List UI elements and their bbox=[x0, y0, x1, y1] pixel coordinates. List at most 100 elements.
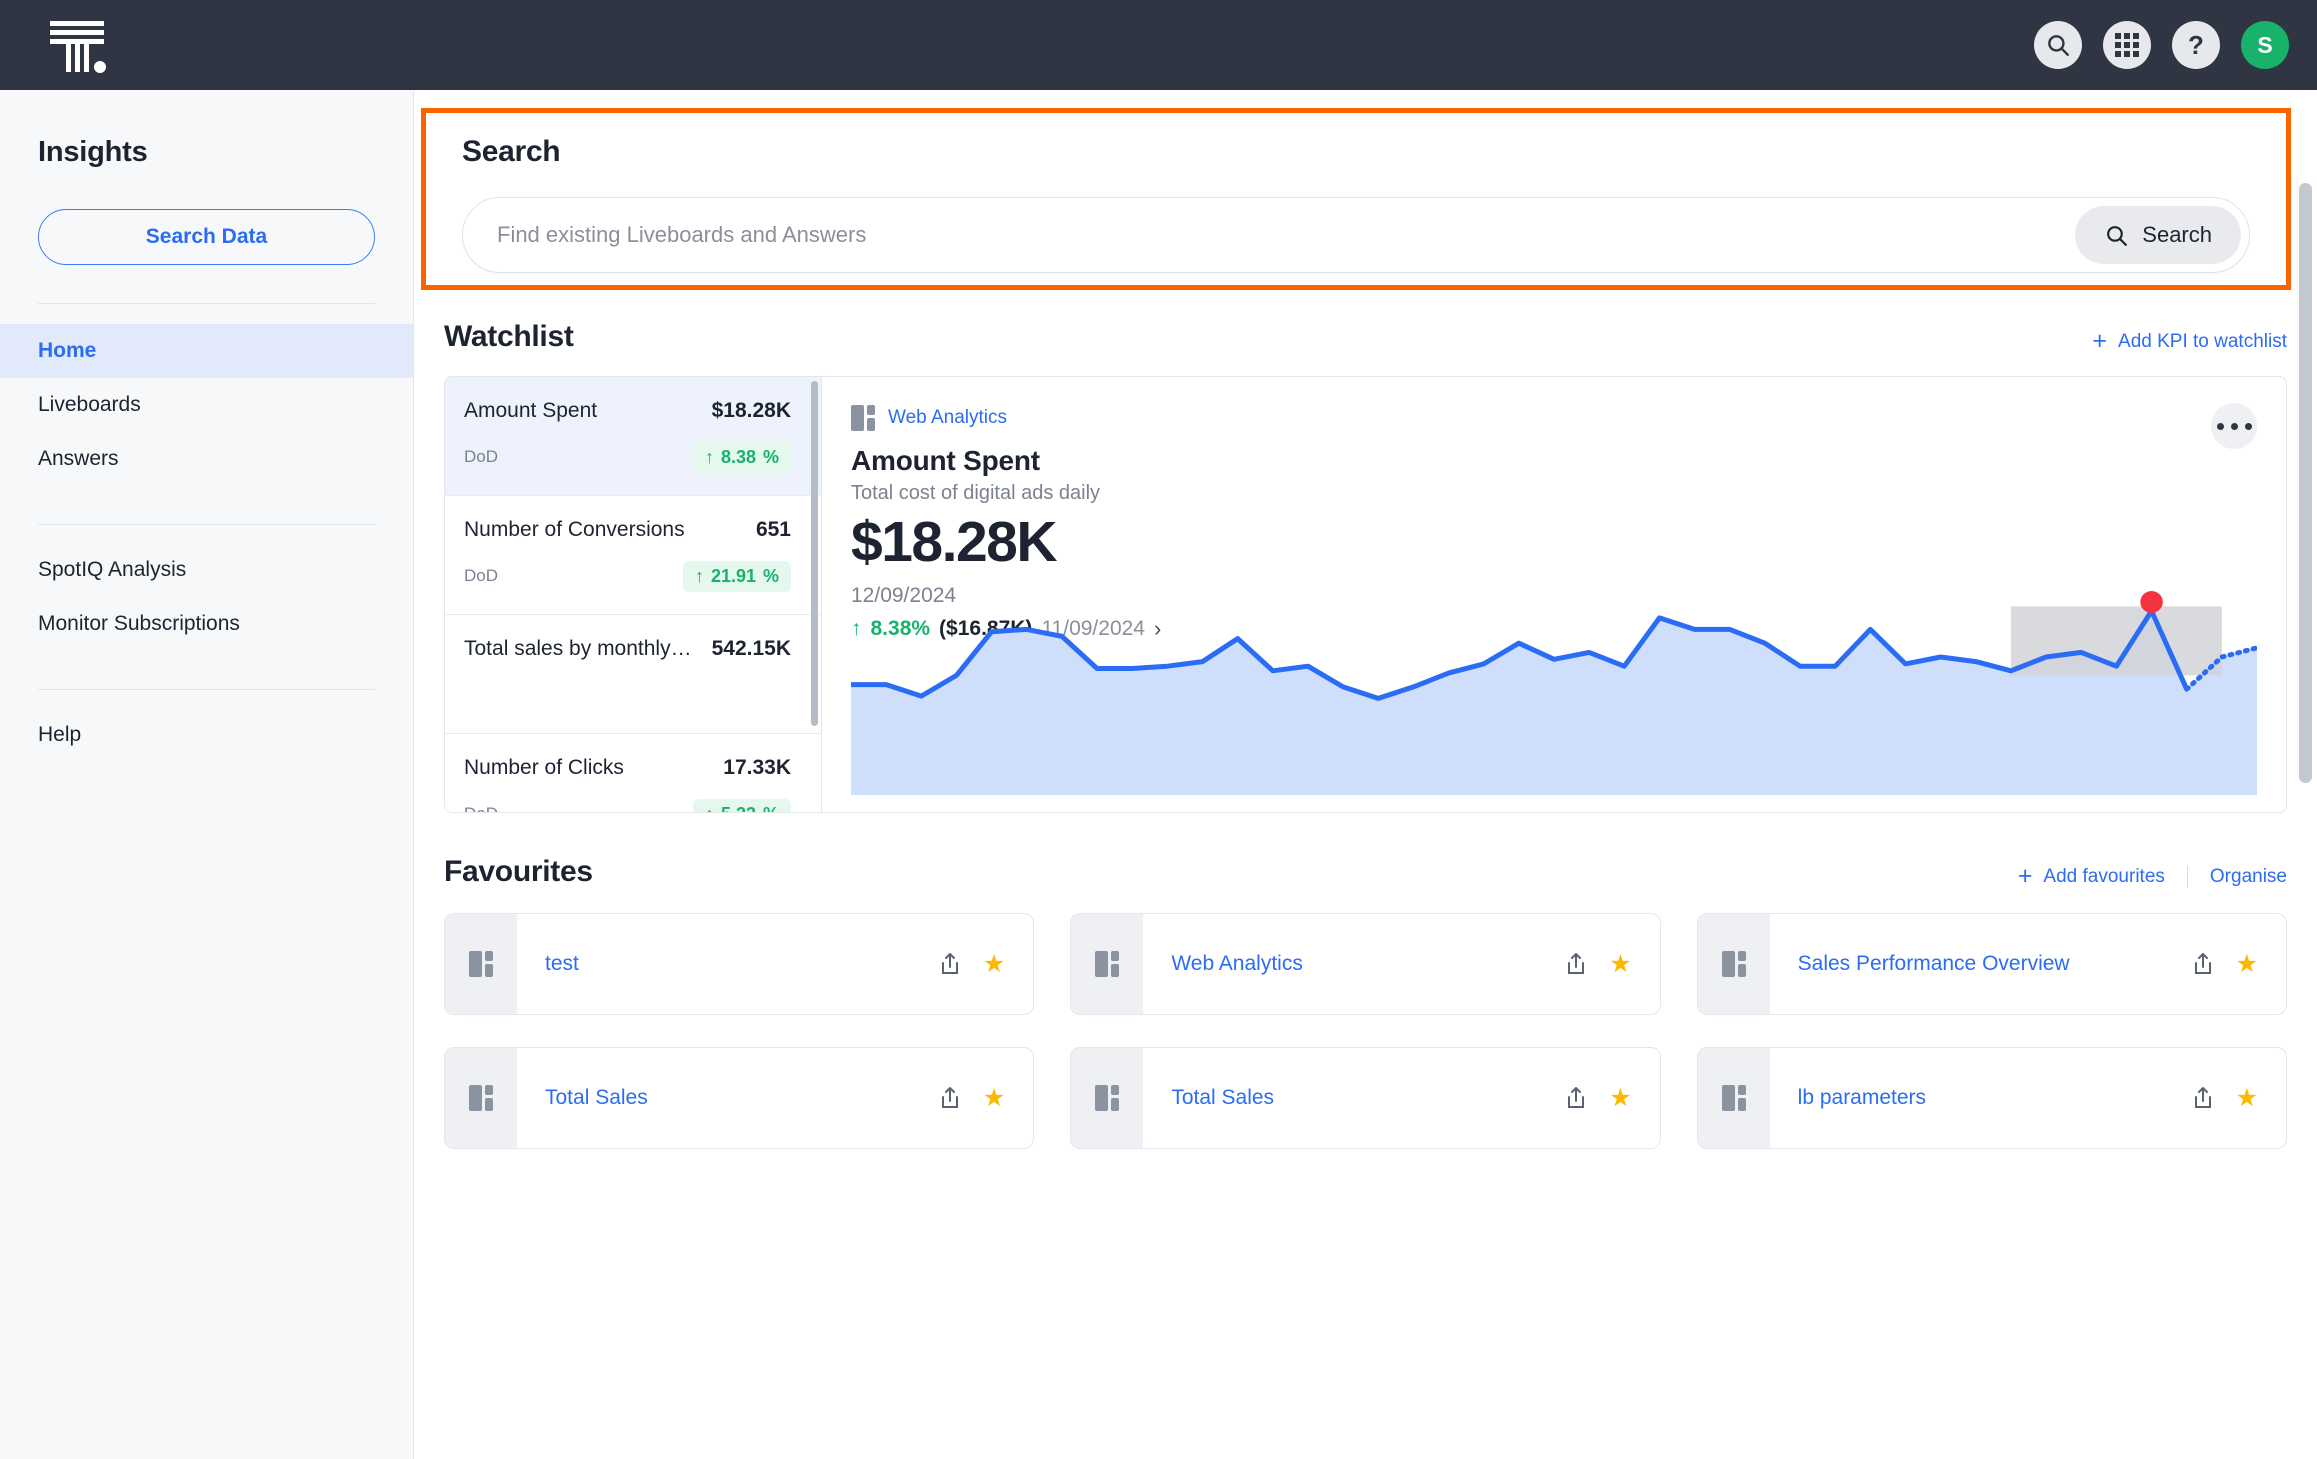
favourite-actions: ★ bbox=[938, 951, 1033, 977]
favourite-label[interactable]: Total Sales bbox=[1143, 1086, 1564, 1110]
kpi-name: Number of Clicks bbox=[464, 756, 624, 779]
favourite-card-lb-parameters[interactable]: lb parameters ★ bbox=[1696, 1047, 2287, 1149]
thoughtspot-logo-icon[interactable] bbox=[50, 17, 112, 73]
help-icon[interactable]: ? bbox=[2172, 21, 2220, 69]
liveboard-name[interactable]: Web Analytics bbox=[888, 407, 1007, 429]
search-input[interactable]: Find existing Liveboards and Answers bbox=[497, 222, 2075, 248]
kpi-detail-value: $18.28K bbox=[851, 510, 1058, 574]
kpi-delta-badge: ↑ 21.91 % bbox=[682, 560, 791, 592]
sidebar-group-primary: Home Liveboards Answers bbox=[0, 324, 413, 486]
favourites-actions: + Add favourites Organise bbox=[2018, 864, 2287, 889]
kpi-chart-svg bbox=[851, 591, 2257, 795]
favourite-card-sales-performance-overview[interactable]: Sales Performance Overview ★ bbox=[1696, 913, 2287, 1015]
favourite-thumbnail bbox=[1071, 1048, 1144, 1148]
favourite-label[interactable]: Sales Performance Overview bbox=[1770, 952, 2191, 976]
sidebar-group-analysis: SpotIQ Analysis Monitor Subscriptions bbox=[0, 543, 413, 651]
add-favourites-label: Add favourites bbox=[2043, 865, 2165, 887]
add-kpi-to-watchlist-button[interactable]: + Add KPI to watchlist bbox=[2092, 329, 2287, 354]
kpi-card-amount-spent[interactable]: Amount Spent $18.28K DoD ↑ 8.38 % bbox=[445, 377, 821, 496]
watchlist-container: Amount Spent $18.28K DoD ↑ 8.38 % Number… bbox=[444, 376, 2287, 813]
star-icon[interactable]: ★ bbox=[1609, 951, 1631, 977]
star-icon[interactable]: ★ bbox=[983, 1085, 1005, 1111]
kpi-sparkline-chart bbox=[851, 565, 2257, 795]
kpi-name: Total sales by monthly date… bbox=[464, 637, 694, 660]
kpi-list-scrollbar[interactable] bbox=[811, 381, 818, 726]
favourites-header: Favourites + Add favourites Organise bbox=[414, 813, 2317, 889]
sidebar-item-liveboards[interactable]: Liveboards bbox=[0, 378, 413, 432]
favourite-label[interactable]: test bbox=[517, 952, 938, 976]
kpi-delta-badge: ↑ 8.38 % bbox=[692, 441, 791, 473]
kpi-delta-unit: % bbox=[763, 804, 779, 813]
star-icon[interactable]: ★ bbox=[983, 951, 1005, 977]
kpi-name: Number of Conversions bbox=[464, 518, 685, 541]
sidebar-divider-3 bbox=[38, 689, 375, 690]
page-scrollbar[interactable] bbox=[2299, 183, 2312, 783]
favourites-title: Favourites bbox=[444, 855, 593, 888]
sidebar-divider-2 bbox=[38, 524, 375, 525]
kpi-detail-liveboard-link[interactable]: Web Analytics bbox=[851, 405, 2286, 431]
organise-button[interactable]: Organise bbox=[2210, 866, 2287, 888]
arrow-up-icon: ↑ bbox=[705, 804, 714, 813]
kpi-card-number-of-clicks[interactable]: Number of Clicks 17.33K DoD ↑ 5.23 % bbox=[445, 734, 821, 812]
share-icon[interactable] bbox=[2191, 1085, 2215, 1111]
favourite-label[interactable]: Web Analytics bbox=[1143, 952, 1564, 976]
favourite-label[interactable]: Total Sales bbox=[517, 1086, 938, 1110]
favourite-actions: ★ bbox=[1564, 1085, 1659, 1111]
watchlist-header: Watchlist + Add KPI to watchlist bbox=[414, 290, 2317, 354]
share-icon[interactable] bbox=[2191, 951, 2215, 977]
kpi-name: Amount Spent bbox=[464, 399, 598, 422]
organise-label: Organise bbox=[2209, 865, 2287, 887]
search-button[interactable]: Search bbox=[2075, 206, 2241, 264]
add-kpi-label: Add KPI to watchlist bbox=[2118, 330, 2287, 352]
kpi-delta-unit: % bbox=[762, 446, 779, 467]
favourite-card-total-sales-1[interactable]: Total Sales ★ bbox=[444, 1047, 1035, 1149]
sidebar-divider-1 bbox=[38, 303, 375, 304]
liveboard-icon bbox=[1721, 951, 1746, 977]
favourite-thumbnail bbox=[1697, 1048, 1770, 1148]
add-favourites-button[interactable]: + Add favourites bbox=[2018, 864, 2165, 889]
watchlist-actions: + Add KPI to watchlist bbox=[2092, 329, 2287, 354]
star-icon[interactable]: ★ bbox=[2236, 1085, 2258, 1111]
sidebar-item-help[interactable]: Help bbox=[0, 708, 413, 762]
top-navigation-bar: ? S bbox=[0, 0, 2317, 90]
search-input-container[interactable]: Find existing Liveboards and Answers Sea… bbox=[462, 197, 2250, 273]
share-icon[interactable] bbox=[938, 1085, 962, 1111]
sidebar-item-answers[interactable]: Answers bbox=[0, 432, 413, 486]
sidebar-item-monitor-subscriptions[interactable]: Monitor Subscriptions bbox=[0, 597, 413, 651]
app-grid-icon[interactable] bbox=[2103, 21, 2151, 69]
liveboard-icon bbox=[851, 405, 875, 431]
favourite-actions: ★ bbox=[2191, 951, 2286, 977]
share-icon[interactable] bbox=[1564, 951, 1588, 977]
arrow-up-icon: ↑ bbox=[704, 446, 714, 467]
kpi-list[interactable]: Amount Spent $18.28K DoD ↑ 8.38 % Number… bbox=[445, 377, 822, 812]
kpi-value: 651 bbox=[755, 518, 791, 541]
sidebar-item-home[interactable]: Home bbox=[0, 324, 413, 378]
favourite-card-test[interactable]: test ★ bbox=[444, 913, 1035, 1015]
favourites-grid: test ★ Web Analytics ★ Sales Performance… bbox=[444, 913, 2287, 1149]
kpi-value: 542.15K bbox=[711, 637, 791, 660]
kpi-detail-panel: Web Analytics Amount Spent Total cost of… bbox=[822, 377, 2286, 812]
kpi-delta-unit: % bbox=[762, 565, 779, 586]
favourite-thumbnail bbox=[1071, 914, 1144, 1014]
ellipsis-icon[interactable] bbox=[2211, 403, 2257, 449]
share-icon[interactable] bbox=[1564, 1085, 1588, 1111]
favourite-card-total-sales-2[interactable]: Total Sales ★ bbox=[1070, 1047, 1661, 1149]
favourite-card-web-analytics[interactable]: Web Analytics ★ bbox=[1070, 913, 1661, 1015]
sidebar-item-spotiq-analysis[interactable]: SpotIQ Analysis bbox=[0, 543, 413, 597]
kpi-card-number-of-conversions[interactable]: Number of Conversions 651 DoD ↑ 21.91 % bbox=[445, 496, 821, 615]
sidebar-search-data-button[interactable]: Search Data bbox=[38, 209, 375, 265]
kpi-value: 17.33K bbox=[723, 756, 791, 779]
watchlist-title: Watchlist bbox=[444, 320, 574, 353]
kpi-detail-subtitle: Total cost of digital ads daily bbox=[851, 482, 1101, 504]
kpi-delta-value: 5.23 bbox=[721, 804, 756, 813]
avatar[interactable]: S bbox=[2241, 21, 2289, 69]
kpi-card-total-sales-by-monthly-date[interactable]: Total sales by monthly date… 542.15K bbox=[445, 615, 821, 734]
kpi-delta-value: 8.38 bbox=[720, 446, 756, 467]
favourite-label[interactable]: lb parameters bbox=[1770, 1086, 2191, 1110]
share-icon[interactable] bbox=[938, 951, 962, 977]
search-icon[interactable] bbox=[2034, 21, 2082, 69]
star-icon[interactable]: ★ bbox=[2236, 951, 2258, 977]
divider bbox=[2186, 865, 2188, 888]
star-icon[interactable]: ★ bbox=[1609, 1085, 1631, 1111]
sidebar-title: Insights bbox=[38, 136, 148, 168]
